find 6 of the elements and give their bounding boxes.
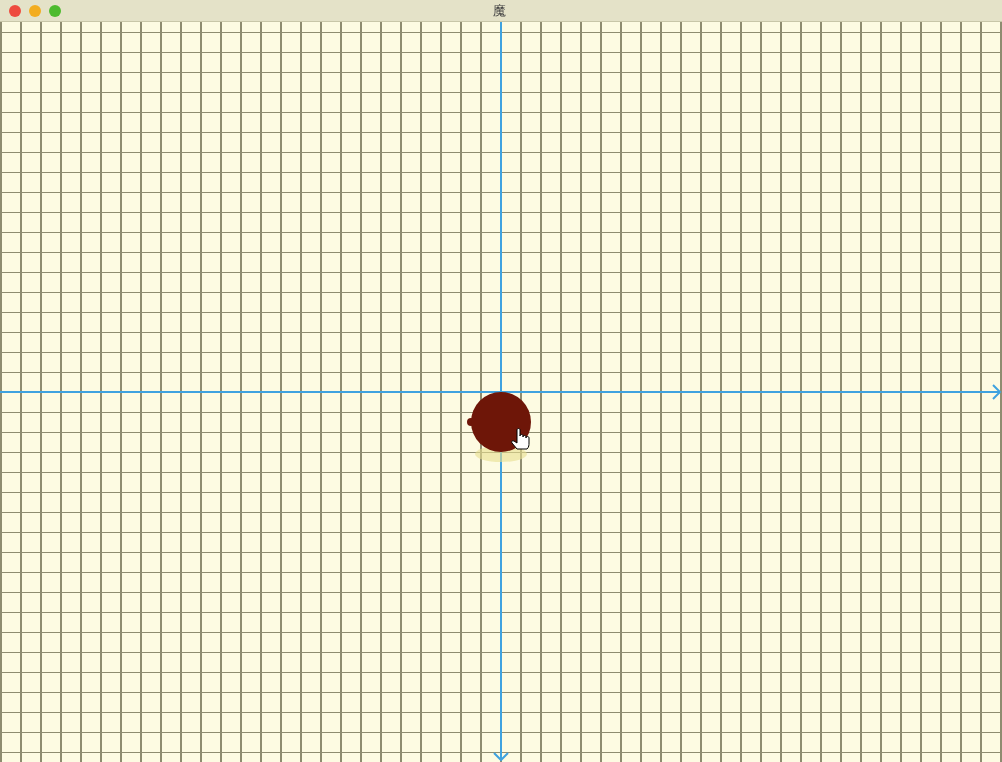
minimize-button[interactable]: [29, 4, 41, 17]
hand-cursor-icon: [511, 428, 530, 450]
window-title: 魔: [493, 3, 506, 19]
zoom-button[interactable]: [49, 4, 61, 17]
ball-drawing: [467, 392, 531, 462]
close-button[interactable]: [9, 4, 21, 17]
